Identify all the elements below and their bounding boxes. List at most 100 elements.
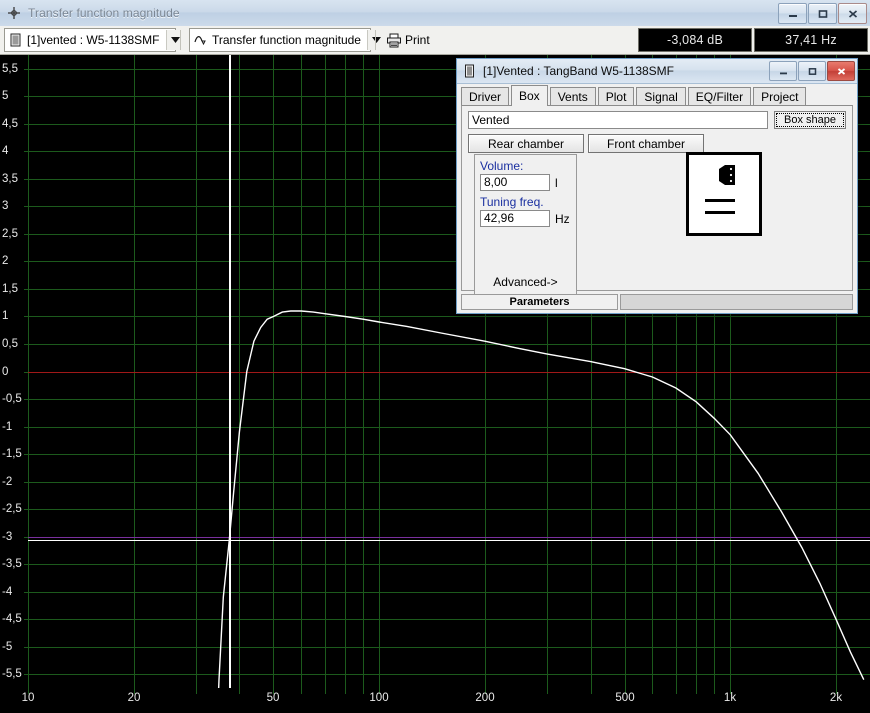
dialog-title: [1]Vented : TangBand W5-1138SMF bbox=[483, 64, 674, 78]
y-axis-tick-label: 3 bbox=[2, 200, 8, 212]
box-name-row: Vented Box shape bbox=[468, 111, 846, 129]
dialog-tab-project[interactable]: Project bbox=[753, 87, 806, 105]
x-axis-tick bbox=[547, 688, 548, 694]
y-axis-tick-label: -0,5 bbox=[2, 393, 22, 405]
window-controls bbox=[778, 3, 867, 24]
curve-combo-value: Transfer function magnitude bbox=[212, 33, 367, 47]
status-parameters: Parameters bbox=[461, 294, 618, 310]
app-titlebar: Transfer function magnitude bbox=[0, 0, 870, 27]
dialog-close-button[interactable] bbox=[827, 61, 855, 81]
dialog-tabs[interactable]: DriverBoxVentsPlotSignalEQ/FilterProject bbox=[457, 84, 857, 105]
dialog-tab-driver[interactable]: Driver bbox=[461, 87, 509, 105]
box-name-input[interactable]: Vented bbox=[468, 111, 768, 129]
maximize-button[interactable] bbox=[808, 3, 837, 24]
dialog-titlebar[interactable]: [1]Vented : TangBand W5-1138SMF bbox=[457, 59, 857, 84]
box-properties-dialog[interactable]: [1]Vented : TangBand W5-1138SMF DriverBo… bbox=[456, 58, 858, 314]
advanced-link[interactable]: Advanced-> bbox=[475, 275, 576, 289]
x-axis-tick bbox=[301, 688, 302, 694]
dialog-body: Vented Box shape Rear chamber Front cham… bbox=[461, 105, 853, 291]
app-title: Transfer function magnitude bbox=[28, 6, 180, 20]
chamber-buttons: Rear chamber Front chamber bbox=[468, 134, 846, 153]
dialog-window-controls bbox=[769, 61, 855, 81]
x-axis-tick bbox=[714, 688, 715, 694]
dialog-tab-eq-filter[interactable]: EQ/Filter bbox=[688, 87, 751, 105]
dialog-maximize-button[interactable] bbox=[798, 61, 826, 81]
y-axis-tick-label: 2 bbox=[2, 255, 8, 267]
y-axis-tick-label: 1 bbox=[2, 310, 8, 322]
x-axis-tick-label: 2k bbox=[830, 692, 842, 704]
y-axis-tick-label: 1,5 bbox=[2, 283, 18, 295]
print-button[interactable]: Print bbox=[380, 29, 436, 51]
box-icon bbox=[464, 64, 477, 78]
tuning-freq-unit: Hz bbox=[555, 212, 570, 226]
curve-combo[interactable]: Transfer function magnitude bbox=[189, 28, 371, 52]
status-empty bbox=[620, 294, 853, 310]
print-button-label: Print bbox=[405, 33, 430, 47]
y-axis-tick-label: 5,5 bbox=[2, 63, 18, 75]
tuning-freq-input[interactable]: 42,96 bbox=[480, 210, 550, 227]
dialog-status-bar: Parameters bbox=[461, 294, 853, 310]
readout-hz: 37,41 Hz bbox=[754, 28, 868, 52]
y-axis-tick-label: -2 bbox=[2, 476, 12, 488]
x-axis-tick bbox=[591, 688, 592, 694]
x-axis-tick-label: 500 bbox=[615, 692, 634, 704]
x-axis-tick bbox=[652, 688, 653, 694]
close-button[interactable] bbox=[838, 3, 867, 24]
printer-icon bbox=[386, 33, 402, 48]
x-axis-tick bbox=[345, 688, 346, 694]
x-axis-tick bbox=[363, 688, 364, 694]
front-chamber-button[interactable]: Front chamber bbox=[588, 134, 704, 153]
toolbar: [1]vented : W5-1138SMF Transfer function… bbox=[0, 26, 870, 55]
y-axis-tick-label: -3,5 bbox=[2, 558, 22, 570]
project-combo[interactable]: [1]vented : W5-1138SMF bbox=[4, 28, 176, 52]
y-axis-tick-label: -5 bbox=[2, 641, 12, 653]
crosshair-icon bbox=[6, 5, 22, 21]
dialog-tab-vents[interactable]: Vents bbox=[550, 87, 596, 105]
y-axis-tick-label: 3,5 bbox=[2, 173, 18, 185]
dialog-minimize-button[interactable] bbox=[769, 61, 797, 81]
rear-chamber-group: Volume: 8,00 l Tuning freq. 42,96 Hz Adv… bbox=[474, 154, 577, 296]
readout-db: -3,084 dB bbox=[638, 28, 752, 52]
dialog-tab-plot[interactable]: Plot bbox=[598, 87, 635, 105]
tuning-freq-row: 42,96 Hz bbox=[480, 210, 576, 227]
x-axis-tick bbox=[325, 688, 326, 694]
x-axis-tick-label: 1k bbox=[724, 692, 736, 704]
box-icon bbox=[9, 33, 23, 47]
tuning-freq-label: Tuning freq. bbox=[480, 195, 576, 209]
toolbar-separator bbox=[180, 30, 181, 50]
x-axis-tick bbox=[196, 688, 197, 694]
box-shape-button[interactable]: Box shape bbox=[774, 111, 846, 129]
volume-unit: l bbox=[555, 176, 558, 190]
enclosure-cross-section-image bbox=[686, 152, 762, 236]
y-axis-tick-label: -3 bbox=[2, 531, 12, 543]
y-axis-tick-label: -4 bbox=[2, 586, 12, 598]
dialog-tab-signal[interactable]: Signal bbox=[636, 87, 685, 105]
y-axis-tick-label: 2,5 bbox=[2, 228, 18, 240]
project-combo-value: [1]vented : W5-1138SMF bbox=[27, 33, 166, 47]
toolbar-separator bbox=[375, 30, 376, 50]
x-axis-tick-label: 50 bbox=[267, 692, 280, 704]
x-axis-tick-label: 10 bbox=[22, 692, 35, 704]
minimize-button[interactable] bbox=[778, 3, 807, 24]
curve-icon bbox=[194, 33, 208, 47]
volume-label: Volume: bbox=[480, 159, 576, 173]
y-axis-tick-label: 0 bbox=[2, 366, 8, 378]
x-axis-tick-label: 200 bbox=[475, 692, 494, 704]
y-axis-tick-label: -5,5 bbox=[2, 668, 22, 680]
toolbar-spacer bbox=[436, 27, 638, 53]
y-axis-tick-label: 4,5 bbox=[2, 118, 18, 130]
volume-input[interactable]: 8,00 bbox=[480, 174, 550, 191]
x-axis-tick-label: 20 bbox=[128, 692, 141, 704]
dialog-tab-box[interactable]: Box bbox=[511, 85, 548, 106]
x-axis-tick-label: 100 bbox=[369, 692, 388, 704]
rear-chamber-button[interactable]: Rear chamber bbox=[468, 134, 584, 153]
x-axis-tick bbox=[676, 688, 677, 694]
y-axis-tick-label: -1 bbox=[2, 421, 12, 433]
y-axis-tick-label: 4 bbox=[2, 145, 8, 157]
x-axis-labels: 1020501002005001k2k bbox=[28, 688, 870, 713]
x-axis-tick bbox=[696, 688, 697, 694]
volume-row: 8,00 l bbox=[480, 174, 576, 191]
y-axis-tick-label: -4,5 bbox=[2, 613, 22, 625]
x-axis-tick bbox=[239, 688, 240, 694]
y-axis-tick-label: 5 bbox=[2, 90, 8, 102]
